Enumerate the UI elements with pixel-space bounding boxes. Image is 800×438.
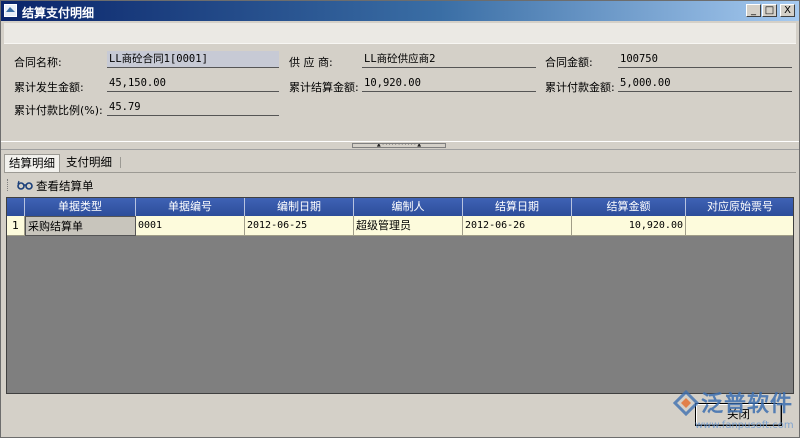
pay-ratio-field[interactable]: 45.79 bbox=[107, 99, 279, 116]
table-cell-author[interactable]: 超级管理员 bbox=[354, 216, 463, 236]
settlement-table: 单据类型 单据编号 编制日期 编制人 结算日期 结算金额 对应原始票号 1 采购… bbox=[6, 197, 794, 394]
contract-info-panel: 合同名称: LL商砼合同1[0001] 供 应 商: LL商砼供应商2 合同金额… bbox=[4, 23, 796, 141]
cum-settled-field[interactable]: 10,920.00 bbox=[362, 75, 536, 92]
col-doc-type[interactable]: 单据类型 bbox=[25, 198, 136, 216]
table-cell-settle-date[interactable]: 2012-06-26 bbox=[463, 216, 572, 236]
grid-toolbar: 查看结算单 bbox=[4, 174, 796, 196]
close-button[interactable]: 关闭 bbox=[695, 403, 782, 426]
col-settle-amount[interactable]: 结算金额 bbox=[572, 198, 686, 216]
cum-settled-label: 累计结算金额: bbox=[289, 81, 359, 94]
table-cell-invoice-no[interactable] bbox=[686, 216, 793, 236]
cum-paid-field[interactable]: 5,000.00 bbox=[618, 75, 792, 92]
app-icon bbox=[4, 4, 17, 17]
col-doc-code[interactable]: 单据编号 bbox=[136, 198, 245, 216]
col-author[interactable]: 编制人 bbox=[354, 198, 463, 216]
supplier-field[interactable]: LL商砼供应商2 bbox=[362, 51, 536, 68]
panel-splitter[interactable]: ▲ · · · · · · · · · · · ▲ bbox=[1, 141, 799, 150]
table-cell-create-date[interactable]: 2012-06-25 bbox=[245, 216, 354, 236]
contract-name-field[interactable]: LL商砼合同1[0001] bbox=[107, 51, 279, 68]
tab-settlement-detail[interactable]: 结算明细 bbox=[4, 154, 60, 172]
col-create-date[interactable]: 编制日期 bbox=[245, 198, 354, 216]
settlement-payment-window: 结算支付明细 _ □ X 合同名称: LL商砼合同1[0001] 供 应 商: … bbox=[0, 0, 800, 438]
cum-incurred-label: 累计发生金额: bbox=[14, 81, 84, 94]
table-cell-doc-code[interactable]: 0001 bbox=[136, 216, 245, 236]
maximize-button[interactable]: □ bbox=[762, 4, 777, 17]
info-top-strip bbox=[4, 23, 796, 44]
window-title: 结算支付明细 bbox=[22, 6, 95, 20]
close-window-button[interactable]: X bbox=[780, 4, 795, 17]
contract-name-label: 合同名称: bbox=[14, 56, 62, 69]
contract-amount-field[interactable]: 100750 bbox=[618, 51, 792, 68]
cum-incurred-field[interactable]: 45,150.00 bbox=[107, 75, 279, 92]
toolbar-grip bbox=[7, 179, 10, 191]
tab-separator bbox=[120, 157, 121, 168]
splitter-grip-icon[interactable]: ▲ · · · · · · · · · · · ▲ bbox=[352, 143, 446, 148]
pay-ratio-label: 累计付款比例(%): bbox=[14, 104, 103, 117]
table-cell-doc-type[interactable]: 采购结算单 bbox=[25, 216, 136, 236]
cum-paid-label: 累计付款金额: bbox=[545, 81, 615, 94]
col-settle-date[interactable]: 结算日期 bbox=[463, 198, 572, 216]
supplier-label: 供 应 商: bbox=[289, 56, 333, 69]
contract-amount-label: 合同金额: bbox=[545, 56, 593, 69]
table-row-number[interactable]: 1 bbox=[7, 216, 25, 236]
view-settlement-button[interactable]: 查看结算单 bbox=[36, 178, 94, 194]
col-invoice-no[interactable]: 对应原始票号 bbox=[686, 198, 793, 216]
view-glasses-icon[interactable] bbox=[17, 180, 33, 190]
minimize-button[interactable]: _ bbox=[746, 4, 761, 17]
table-cell-settle-amount[interactable]: 10,920.00 bbox=[572, 216, 686, 236]
tab-payment-detail[interactable]: 支付明细 bbox=[62, 154, 116, 171]
tab-underline bbox=[4, 172, 796, 173]
row-number-header bbox=[7, 198, 25, 216]
title-bar[interactable]: 结算支付明细 _ □ X bbox=[1, 1, 799, 21]
